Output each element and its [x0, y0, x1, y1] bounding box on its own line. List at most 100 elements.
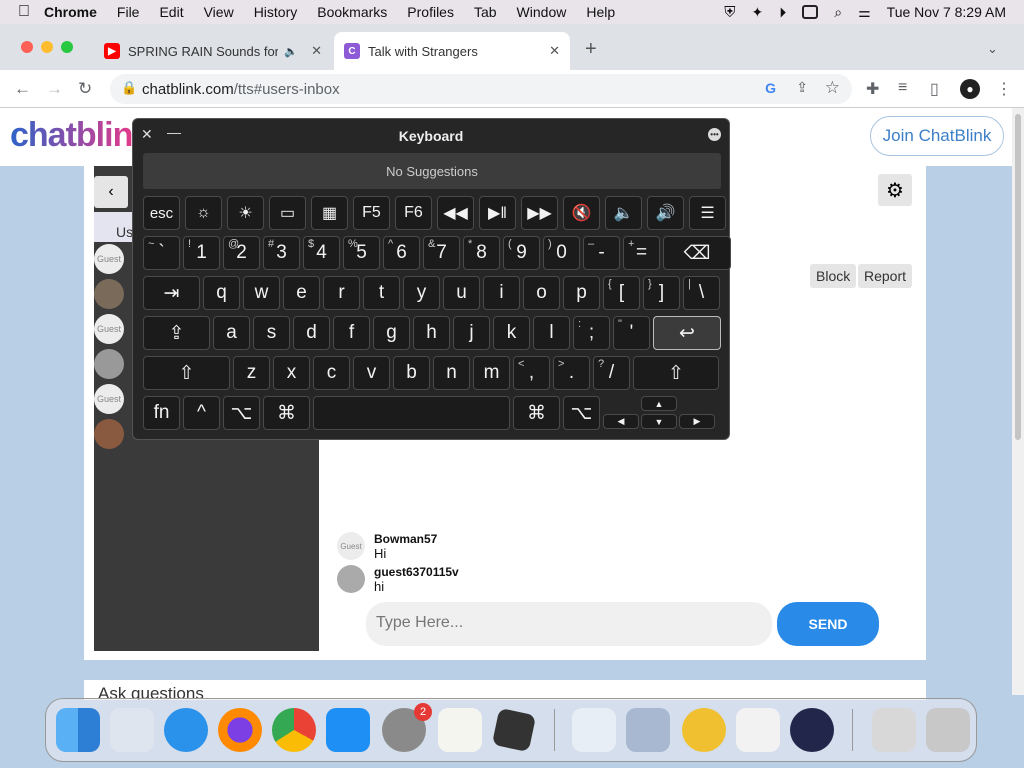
message-username[interactable]: Bowman57 — [374, 532, 539, 546]
more-menu-icon[interactable]: ⋮ — [996, 79, 1012, 99]
option-key[interactable]: ⌥ — [223, 396, 260, 430]
more-icon[interactable]: ••• — [708, 128, 721, 141]
close-window-button[interactable] — [21, 41, 33, 53]
key-c[interactable]: c — [313, 356, 350, 390]
key-q[interactable]: q — [203, 276, 240, 310]
key-1[interactable]: ! 1 — [183, 236, 220, 270]
close-icon[interactable]: ✕ — [141, 126, 153, 143]
caps-lock-key[interactable]: ⇪ — [143, 316, 210, 350]
command-key[interactable]: ⌘ — [513, 396, 560, 430]
arrow-up-key[interactable]: ▲ — [641, 396, 677, 411]
key-fn-row[interactable]: ▭ — [269, 196, 306, 230]
key-fn-row[interactable]: F6 — [395, 196, 432, 230]
key-o[interactable]: o — [523, 276, 560, 310]
key-2[interactable]: @2 — [223, 236, 260, 270]
key-r[interactable]: r — [323, 276, 360, 310]
launchpad-icon[interactable] — [110, 708, 154, 752]
google-icon[interactable]: G — [765, 80, 776, 96]
user-avatar[interactable] — [94, 419, 124, 449]
delete-key[interactable]: ⌫ — [663, 236, 731, 270]
key-9[interactable]: (9 — [503, 236, 540, 270]
space-key[interactable] — [313, 396, 510, 430]
key-u[interactable]: u — [443, 276, 480, 310]
key--[interactable]: – - — [583, 236, 620, 270]
share-icon[interactable]: ⇪ — [796, 79, 808, 96]
menu-app-name[interactable]: Chrome — [44, 4, 97, 20]
left-shift-key[interactable]: ⇧ — [143, 356, 230, 390]
fn-key[interactable]: fn — [143, 396, 180, 430]
message-input[interactable]: Type Here... — [366, 602, 772, 646]
key-8[interactable]: * 8 — [463, 236, 500, 270]
menu-history[interactable]: History — [254, 4, 298, 20]
key-fn-row[interactable]: ▶‖ — [479, 196, 516, 230]
key-fn-row[interactable]: F5 — [353, 196, 390, 230]
key-fn-row[interactable]: 🔊 — [647, 196, 684, 230]
scrollbar-thumb[interactable] — [1015, 114, 1021, 440]
reload-icon[interactable]: ↻ — [78, 79, 92, 99]
apple-menu-icon[interactable]:  — [18, 3, 30, 21]
speaker-icon[interactable]: 🔈 — [284, 45, 298, 58]
gear-app-icon[interactable] — [626, 708, 670, 752]
minimize-window-button[interactable] — [41, 41, 53, 53]
key-5[interactable]: % 5 — [343, 236, 380, 270]
key-3[interactable]: #3 — [263, 236, 300, 270]
back-button[interactable]: ‹ — [94, 176, 128, 208]
key-n[interactable]: n — [433, 356, 470, 390]
window-icon[interactable] — [802, 5, 819, 19]
key-fn-row[interactable]: ▶▶ — [521, 196, 558, 230]
profile-icon[interactable]: ● — [960, 79, 980, 99]
arrow-right-key[interactable]: ▶ — [679, 414, 715, 429]
key-m[interactable]: m — [473, 356, 510, 390]
key-punctuation[interactable]: " ' — [613, 316, 650, 350]
right-shift-key[interactable]: ⇧ — [633, 356, 719, 390]
key-f[interactable]: f — [333, 316, 370, 350]
key-fn-row[interactable]: ☼ — [185, 196, 222, 230]
key-v[interactable]: v — [353, 356, 390, 390]
minimize-icon[interactable]: — — [167, 124, 181, 140]
key-punctuation[interactable]: :; — [573, 316, 610, 350]
key-j[interactable]: j — [453, 316, 490, 350]
key-s[interactable]: s — [253, 316, 290, 350]
forward-arrow-icon[interactable]: → — [46, 79, 63, 99]
star-icon[interactable]: ☆ — [825, 78, 840, 98]
user-avatar[interactable]: Guest — [94, 244, 124, 274]
key-w[interactable]: w — [243, 276, 280, 310]
menu-edit[interactable]: Edit — [159, 4, 183, 20]
quicktime-icon[interactable] — [572, 708, 616, 752]
key-bracket[interactable]: }] — [643, 276, 680, 310]
key-0[interactable]: ) 0 — [543, 236, 580, 270]
key-punctuation[interactable]: <, — [513, 356, 550, 390]
key-=[interactable]: + = — [623, 236, 660, 270]
finder-icon[interactable] — [56, 708, 100, 752]
command-key[interactable]: ⌘ — [263, 396, 310, 430]
key-b[interactable]: b — [393, 356, 430, 390]
trash-icon[interactable] — [926, 708, 970, 752]
arrow-down-key[interactable]: ▼ — [641, 414, 677, 429]
user-avatar[interactable] — [94, 279, 124, 309]
control-key[interactable]: ^ — [183, 396, 220, 430]
return-key[interactable]: ↩ — [653, 316, 721, 350]
play-circle-icon[interactable]: ⏵ — [779, 4, 786, 21]
menu-file[interactable]: File — [117, 4, 140, 20]
shield-app-icon[interactable] — [736, 708, 780, 752]
key-k[interactable]: k — [493, 316, 530, 350]
key-x[interactable]: x — [273, 356, 310, 390]
option-key[interactable]: ⌥ — [563, 396, 600, 430]
key-g[interactable]: g — [373, 316, 410, 350]
key-`[interactable]: ~ ` — [143, 236, 180, 270]
menu-tab[interactable]: Tab — [474, 4, 497, 20]
key-l[interactable]: l — [533, 316, 570, 350]
reading-list-icon[interactable]: ≡ — [898, 79, 907, 97]
gear-icon[interactable]: ⚙ — [878, 174, 912, 206]
menu-help[interactable]: Help — [586, 4, 615, 20]
menu-profiles[interactable]: Profiles — [407, 4, 454, 20]
keyboard-titlebar[interactable]: ✕ — Keyboard ••• — [133, 119, 729, 151]
menu-view[interactable]: View — [204, 4, 234, 20]
address-bar[interactable]: 🔒 chatblink.com/tts#users-inbox G ⇪ ☆ — [110, 74, 852, 104]
key-fn-row[interactable]: ☀ — [227, 196, 264, 230]
key-bracket[interactable]: | \ — [683, 276, 720, 310]
key-fn-row[interactable]: ▦ — [311, 196, 348, 230]
key-punctuation[interactable]: >. — [553, 356, 590, 390]
key-y[interactable]: y — [403, 276, 440, 310]
firefox-icon[interactable] — [218, 708, 262, 752]
